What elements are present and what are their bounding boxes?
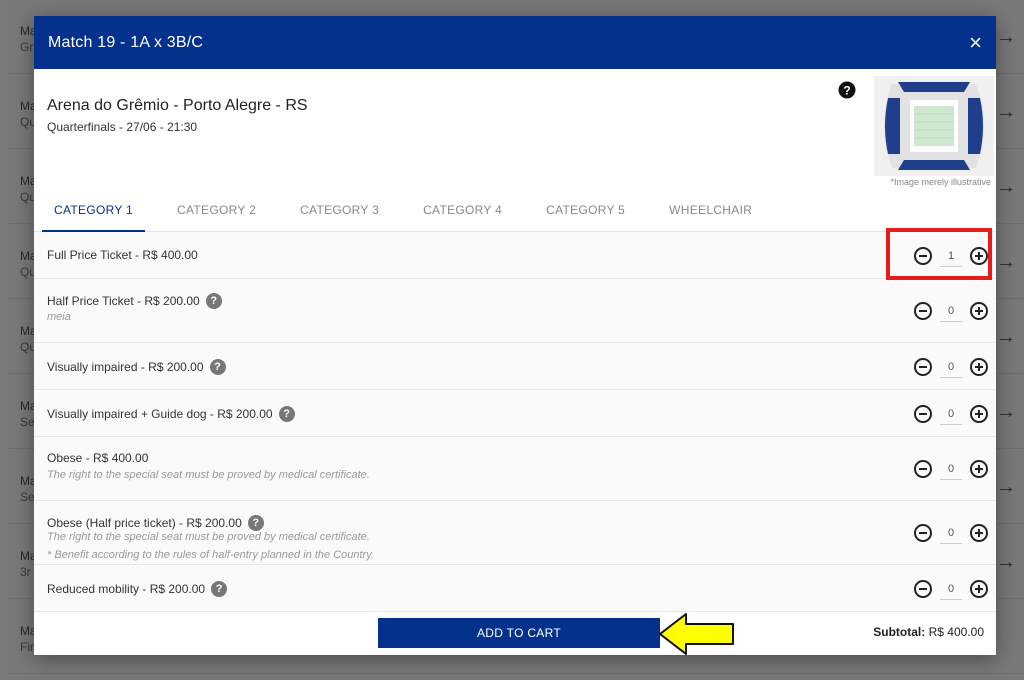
ticket-row: Reduced mobility - R$ 200.00? [34,565,996,612]
quantity-input[interactable] [940,522,962,544]
subtotal: Subtotal: R$ 400.00 [873,625,984,639]
ticket-note: The right to the special seat must be pr… [47,531,370,543]
minus-icon[interactable] [914,580,932,598]
modal-header: Match 19 - 1A x 3B/C × [34,16,996,69]
ticket-modal: Match 19 - 1A x 3B/C × Arena do Grêmio -… [34,16,996,655]
ticket-label-text: Obese (Half price ticket) - R$ 200.00 [47,516,242,530]
quantity-stepper [914,458,988,480]
tab-category-1[interactable]: CATEGORY 1 [42,196,146,232]
subtotal-value: R$ 400.00 [928,625,984,639]
ticket-row: Visually impaired + Guide dog - R$ 200.0… [34,390,996,437]
ticket-row: Obese - R$ 400.00 The right to the specia… [34,437,996,501]
svg-text:?: ? [843,84,850,98]
ticket-label-text: Half Price Ticket - R$ 200.00 [47,294,200,308]
minus-icon[interactable] [914,460,932,478]
venue-subtitle: Quarterfinals - 27/06 - 21:30 [47,120,198,134]
ticket-row: Full Price Ticket - R$ 400.00 [34,232,996,279]
minus-icon[interactable] [914,302,932,320]
modal-title: Match 19 - 1A x 3B/C [48,33,204,51]
ticket-label: Reduced mobility - R$ 200.00? [47,581,228,597]
quantity-stepper [914,578,988,600]
plus-icon[interactable] [970,358,988,376]
ticket-label: Visually impaired + Guide dog - R$ 200.0… [47,406,295,422]
ticket-label-text: Visually impaired - R$ 200.00 [47,360,204,374]
plus-icon[interactable] [970,524,988,542]
ticket-label: Obese - R$ 400.00 [47,451,148,465]
help-icon[interactable]: ? [278,406,295,422]
ticket-note: meia [47,311,71,323]
quantity-input[interactable] [940,356,962,378]
tab-category-3[interactable]: CATEGORY 3 [288,196,391,232]
quantity-input[interactable] [940,458,962,480]
tab-category-5[interactable]: CATEGORY 5 [534,196,637,232]
ticket-row: Half Price Ticket - R$ 200.00? meia [34,279,996,343]
ticket-label: Half Price Ticket - R$ 200.00? [47,293,222,309]
quantity-input[interactable] [940,578,962,600]
help-icon[interactable]: ? [205,293,222,309]
ticket-row: Visually impaired - R$ 200.00? [34,343,996,390]
quantity-stepper [914,300,988,322]
minus-icon[interactable] [914,524,932,542]
ticket-label-text: Reduced mobility - R$ 200.00 [47,582,206,596]
quantity-input[interactable] [940,300,962,322]
ticket-label-text: Obese - R$ 400.00 [47,451,149,465]
ticket-note: * Benefit according to the rules of half… [47,549,374,561]
quantity-input[interactable] [940,403,962,425]
close-icon[interactable]: × [969,31,982,54]
help-icon[interactable]: ? [247,515,264,531]
modal-footer: ADD TO CART Subtotal: R$ 400.00 [34,612,996,655]
subtotal-label: Subtotal: [873,625,926,639]
category-tabs: CATEGORY 1 CATEGORY 2 CATEGORY 3 CATEGORY 4… [34,196,996,232]
plus-icon[interactable] [970,302,988,320]
tab-category-2[interactable]: CATEGORY 2 [165,196,268,232]
minus-icon[interactable] [914,405,932,423]
highlight-box [886,228,992,280]
quantity-stepper [914,403,988,425]
tab-category-4[interactable]: CATEGORY 4 [411,196,514,232]
ticket-note: The right to the special seat must be pr… [47,469,370,481]
pointer-arrow-icon [659,613,734,655]
venue-name: Arena do Grêmio - Porto Alegre - RS [47,97,308,114]
minus-icon[interactable] [914,358,932,376]
ticket-label-text: Visually impaired + Guide dog - R$ 200.0… [47,407,273,421]
ticket-list: Full Price Ticket - R$ 400.00 Half Price … [34,232,996,612]
add-to-cart-button[interactable]: ADD TO CART [378,618,660,648]
ticket-row: Obese (Half price ticket) - R$ 200.00? Th… [34,501,996,565]
quantity-stepper [914,522,988,544]
ticket-label: Visually impaired - R$ 200.00? [47,359,226,375]
image-disclaimer: *Image merely illustrative [890,177,991,187]
plus-icon[interactable] [970,580,988,598]
quantity-stepper [914,356,988,378]
ticket-label: Full Price Ticket - R$ 400.00 [47,248,198,262]
stadium-map-image [874,76,994,176]
tab-category-6[interactable]: WHEELCHAIR [657,196,764,232]
ticket-label: Obese (Half price ticket) - R$ 200.00? [47,515,264,531]
help-icon[interactable]: ? [209,359,226,375]
help-icon[interactable]: ? [838,81,856,99]
plus-icon[interactable] [970,460,988,478]
plus-icon[interactable] [970,405,988,423]
ticket-label-text: Full Price Ticket - R$ 400.00 [47,248,198,262]
help-icon[interactable]: ? [211,581,228,597]
